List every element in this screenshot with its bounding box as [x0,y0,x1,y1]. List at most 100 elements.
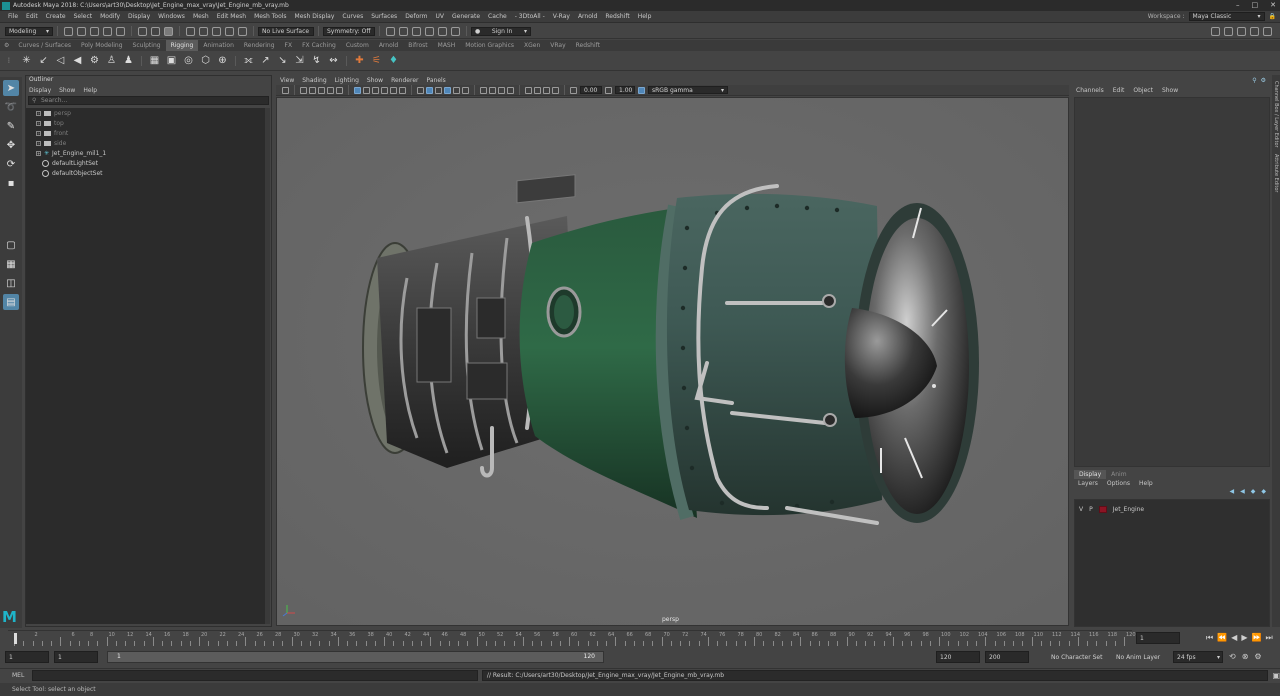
channel-menu-channels[interactable]: Channels [1076,87,1104,94]
menu-arnold[interactable]: Arnold [574,13,601,20]
paint-select-icon[interactable]: ✎ [3,118,19,134]
side-tab-channel-box-layer-editor[interactable]: Channel Box / Layer Editor [1273,81,1279,148]
outliner-item-defaultobjectset[interactable]: defaultObjectSet [26,168,266,178]
script-editor-icon[interactable]: ▣ [1272,671,1280,680]
outliner-menu-display[interactable]: Display [29,87,51,94]
bind-skin-icon[interactable]: ▦ [148,54,161,67]
image-plane-icon[interactable] [318,86,325,94]
snap-surface-icon[interactable] [238,26,247,36]
wireframe-on-shaded-icon[interactable] [435,86,442,94]
redo-icon[interactable] [116,26,125,36]
outliner-menu-help[interactable]: Help [83,87,97,94]
shelf-tab-xgen[interactable]: XGen [519,40,545,51]
open-scene-icon[interactable] [77,26,86,36]
select-hierarchy-icon[interactable] [138,26,147,36]
hypershade-icon[interactable] [425,26,434,36]
menu-mesh-display[interactable]: Mesh Display [291,13,339,20]
orient-constraint-icon[interactable]: ↘ [276,54,289,67]
two-view-icon[interactable]: ◫ [3,275,19,291]
smooth-bind-icon[interactable]: ▣ [165,54,178,67]
viewport-menu-panels[interactable]: Panels [426,77,445,84]
anim-layer-select[interactable]: No Anim Layer [1113,651,1169,663]
viewport-menu-show[interactable]: Show [367,77,383,84]
go-to-start-icon[interactable]: ⏮ [1206,633,1213,643]
new-layer-icon[interactable]: ◆ [1251,488,1256,495]
viewport-menu-renderer[interactable]: Renderer [391,77,418,84]
insert-joint-icon[interactable]: ↙ [37,54,50,67]
wireframe-icon[interactable] [417,86,424,94]
sign-in-button[interactable]: ● Sign In ▾ [471,26,531,36]
new-layer-selected-icon[interactable]: ◆ [1261,488,1266,495]
color-management-icon[interactable] [638,86,645,94]
menu-v-ray[interactable]: V-Ray [549,13,574,20]
render-view-icon[interactable] [438,26,447,36]
menu-curves[interactable]: Curves [338,13,367,20]
parent-constraint-icon[interactable]: ⇲ [293,54,306,67]
workspace-select[interactable]: Maya Classic ▾ [1188,12,1265,21]
symmetry-select[interactable]: Symmetry: Off [323,26,375,36]
outliner-menu-show[interactable]: Show [59,87,75,94]
render-settings-icon[interactable] [412,26,421,36]
joint-tool-icon[interactable]: ✳ [20,54,33,67]
menu-modify[interactable]: Modify [96,13,124,20]
tool-settings-icon[interactable] [1250,27,1259,36]
shadows-icon[interactable] [462,86,469,94]
menu-edit-mesh[interactable]: Edit Mesh [213,13,250,20]
pause-icon[interactable] [451,26,460,36]
xray-components-icon[interactable] [552,86,559,94]
scale-tool-icon[interactable]: ▪ [3,175,19,191]
quick-rig-icon[interactable]: ♙ [105,54,118,67]
motion-blur-icon[interactable] [489,86,496,94]
grease-pencil-icon[interactable] [336,86,343,94]
safe-action-icon[interactable] [399,86,406,94]
gate-mask-icon[interactable] [381,86,388,94]
pole-vector-icon[interactable]: ↯ [310,54,323,67]
move-layer-down-icon[interactable]: ◀ [1240,488,1245,495]
menu-edit[interactable]: Edit [22,13,42,20]
menu-surfaces[interactable]: Surfaces [367,13,401,20]
layer-menu-layers[interactable]: Layers [1078,480,1098,487]
current-time-indicator[interactable] [14,633,17,644]
playback-range-slider[interactable]: 1 120 [107,651,604,663]
modeling-toolkit-icon[interactable] [1211,27,1220,36]
character-controls-icon[interactable] [1224,27,1233,36]
bookmarks-icon[interactable] [309,86,316,94]
move-layer-up-icon[interactable]: ◀ [1230,488,1235,495]
layer-color-swatch[interactable] [1098,505,1107,513]
select-component-icon[interactable] [164,26,173,36]
resolution-gate-icon[interactable] [372,86,379,94]
shelf-tab-fx-caching[interactable]: FX Caching [297,40,341,51]
lattice-icon[interactable]: ⬡ [199,54,212,67]
viewport-menu-view[interactable]: View [280,77,294,84]
rotate-tool-icon[interactable]: ⟳ [3,156,19,172]
menu-generate[interactable]: Generate [448,13,484,20]
fps-select[interactable]: 24 fps ▾ [1173,651,1223,663]
viewport-menu-lighting[interactable]: Lighting [335,77,359,84]
playback-start-field[interactable]: 1 [54,651,98,663]
textured-icon[interactable] [444,86,451,94]
film-gate-icon[interactable] [363,86,370,94]
maximize-icon[interactable]: □ [1252,1,1259,9]
shelf-tab-curves-surfaces[interactable]: Curves / Surfaces [13,40,76,51]
go-to-end-icon[interactable]: ⏭ [1265,633,1272,643]
outliner-item-persp[interactable]: + persp [26,108,266,118]
menu-windows[interactable]: Windows [154,13,189,20]
animation-start-field[interactable]: 1 [5,651,49,663]
shelf-menu-icon[interactable]: ⋮ [6,57,12,64]
undo-icon[interactable] [103,26,112,36]
menu-mesh-tools[interactable]: Mesh Tools [250,13,290,20]
shelf-tab-rendering[interactable]: Rendering [239,40,280,51]
menu-file[interactable]: File [4,13,22,20]
layer-tab-anim[interactable]: Anim [1106,470,1131,479]
channel-menu-edit[interactable]: Edit [1113,87,1125,94]
shelf-tab-poly-modeling[interactable]: Poly Modeling [76,40,128,51]
menu-uv[interactable]: UV [432,13,449,20]
shelf-settings-icon[interactable]: ⚙ [0,40,13,51]
menu-redshift[interactable]: Redshift [601,13,633,20]
orient-joint-icon[interactable]: ◀ [71,54,84,67]
menu-display[interactable]: Display [124,13,154,20]
shelf-tab-motion-graphics[interactable]: Motion Graphics [460,40,519,51]
smooth-shade-icon[interactable] [426,86,433,94]
outliner-item-front[interactable]: + front [26,128,266,138]
ik-handle-icon[interactable]: ⚙ [88,54,101,67]
